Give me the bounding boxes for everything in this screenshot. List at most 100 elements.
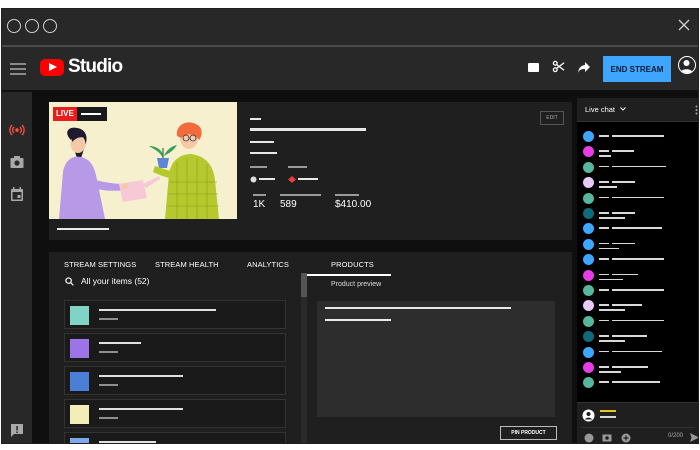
chat-author-name [599, 335, 609, 337]
chat-message[interactable] [582, 269, 698, 283]
scissors-icon[interactable] [552, 60, 565, 73]
product-list-scrollbar[interactable] [301, 273, 307, 443]
window-control-close[interactable] [7, 19, 21, 33]
stat-label-2 [280, 194, 321, 196]
share-arrow-icon[interactable] [578, 62, 590, 73]
preview-line-1 [325, 307, 511, 309]
chat-author-avatar[interactable] [583, 254, 594, 266]
chat-author-name [599, 304, 609, 306]
send-icon[interactable] [690, 433, 699, 442]
chat-input-line[interactable] [600, 416, 616, 418]
chat-message[interactable] [582, 299, 698, 313]
tab-products[interactable]: PRODUCTS [331, 260, 374, 269]
chat-message[interactable] [582, 315, 698, 329]
feedback-icon[interactable] [9, 422, 25, 438]
chat-author-avatar[interactable] [583, 377, 594, 389]
chat-author-avatar[interactable] [583, 192, 594, 204]
globe-icon [250, 176, 257, 183]
chat-author-name [599, 150, 609, 152]
add-icon[interactable] [621, 433, 631, 443]
chat-message[interactable] [582, 145, 698, 159]
account-avatar[interactable] [678, 56, 696, 74]
chat-message[interactable] [582, 361, 698, 375]
window-control-maximize[interactable] [43, 19, 57, 33]
chat-message[interactable] [582, 161, 698, 175]
chat-message[interactable] [582, 130, 698, 144]
chat-message[interactable] [582, 330, 698, 344]
more-vert-icon[interactable] [695, 105, 698, 115]
chat-message[interactable] [582, 207, 698, 221]
chat-message[interactable] [582, 346, 698, 360]
chat-author-avatar[interactable] [583, 238, 594, 250]
chat-author-avatar[interactable] [583, 362, 594, 373]
menu-icon[interactable] [10, 63, 26, 75]
chat-message[interactable] [582, 192, 698, 206]
tab-stream-health[interactable]: STREAM HEALTH [155, 260, 219, 269]
chat-message[interactable] [582, 253, 698, 267]
plant-pot-icon [70, 339, 89, 358]
chat-message-text [599, 247, 619, 250]
chat-author-avatar[interactable] [583, 161, 594, 173]
chat-message-text [612, 319, 664, 322]
chat-author-avatar[interactable] [583, 331, 594, 343]
chat-author-avatar[interactable] [583, 177, 594, 189]
chat-message[interactable] [582, 176, 698, 190]
edit-button[interactable]: EDIT [540, 111, 564, 125]
brand-title: Studio [68, 56, 123, 77]
tab-analytics[interactable]: ANALYTICS [247, 260, 289, 269]
chat-message-text [599, 309, 625, 311]
product-list-item[interactable] [64, 300, 286, 329]
chat-message-text [612, 150, 634, 152]
live-broadcast-icon[interactable] [9, 122, 25, 138]
calendar-icon[interactable] [9, 186, 25, 202]
account-person-icon [680, 60, 693, 73]
chat-author-avatar[interactable] [583, 208, 594, 219]
chat-message-text [612, 165, 666, 168]
chat-author-avatar[interactable] [583, 146, 594, 158]
hd-icon[interactable] [528, 63, 539, 72]
live-chat-title[interactable]: Live chat [585, 105, 615, 114]
chat-message-text [612, 181, 635, 183]
tab-stream-settings[interactable]: STREAM SETTINGS [64, 260, 136, 269]
chat-message-text [599, 155, 611, 157]
search-icon [65, 277, 74, 286]
chat-message-text [612, 135, 664, 137]
chat-author-avatar[interactable] [583, 269, 594, 281]
user-avatar-icon [582, 409, 595, 422]
close-icon[interactable] [676, 17, 692, 33]
chat-author-avatar[interactable] [583, 223, 594, 235]
chat-message-text [612, 366, 648, 368]
camera-icon[interactable] [9, 154, 25, 170]
chat-author-avatar[interactable] [583, 346, 594, 358]
super-chat-icon[interactable] [602, 433, 612, 443]
eye-off-icon [288, 176, 296, 183]
chevron-down-icon[interactable] [620, 107, 626, 111]
chat-author-avatar[interactable] [583, 285, 594, 296]
chat-input-area: 0/200 [577, 402, 699, 443]
scrollbar-thumb[interactable] [301, 273, 307, 297]
youtube-logo-icon[interactable] [40, 59, 64, 76]
product-list-item[interactable] [64, 432, 286, 443]
product-meta-line [99, 318, 118, 320]
pin-product-button[interactable]: PIN PRODUCT [500, 426, 557, 440]
product-list-item[interactable] [64, 333, 286, 362]
chat-message[interactable] [582, 238, 698, 252]
visibility-value [259, 178, 275, 180]
window-control-minimize[interactable] [25, 19, 39, 33]
emoji-icon[interactable] [584, 433, 594, 443]
end-stream-button[interactable]: END STREAM [603, 56, 671, 82]
preview-line-2 [325, 319, 391, 321]
stream-thumbnail[interactable]: LIVE [49, 102, 237, 219]
product-list-item[interactable] [64, 366, 286, 395]
product-list-item[interactable] [64, 399, 286, 428]
chat-message[interactable] [582, 284, 698, 298]
chat-author-avatar[interactable] [583, 300, 594, 312]
username-line [600, 410, 616, 412]
chat-author-avatar[interactable] [583, 315, 594, 327]
chat-author-avatar[interactable] [583, 131, 594, 142]
product-preview-box [317, 301, 555, 417]
stream-tabs-panel: STREAM SETTINGS STREAM HEALTH ANALYTICS … [49, 252, 572, 443]
chat-message[interactable] [582, 376, 698, 390]
chat-message[interactable] [582, 222, 698, 236]
product-preview-title: Product preview [331, 281, 382, 288]
